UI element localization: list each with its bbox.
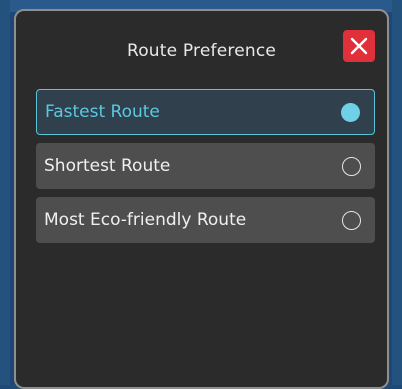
radio-unselected-icon[interactable] xyxy=(342,156,361,176)
option-eco-friendly-route[interactable]: Most Eco-friendly Route xyxy=(36,197,375,243)
map-right-edge xyxy=(392,0,402,385)
dialog-title: Route Preference xyxy=(126,41,277,61)
route-preference-dialog: Route Preference Fastest Route Shortest … xyxy=(14,9,389,389)
close-icon xyxy=(350,37,368,55)
option-label: Most Eco-friendly Route xyxy=(44,210,247,230)
close-button[interactable] xyxy=(343,30,375,62)
map-left-edge xyxy=(0,0,10,385)
option-shortest-route[interactable]: Shortest Route xyxy=(36,143,375,189)
radio-selected-icon[interactable] xyxy=(341,102,360,122)
radio-unselected-icon[interactable] xyxy=(342,210,361,230)
option-fastest-route[interactable]: Fastest Route xyxy=(36,89,375,135)
option-label: Shortest Route xyxy=(44,156,171,176)
option-label: Fastest Route xyxy=(45,102,160,122)
